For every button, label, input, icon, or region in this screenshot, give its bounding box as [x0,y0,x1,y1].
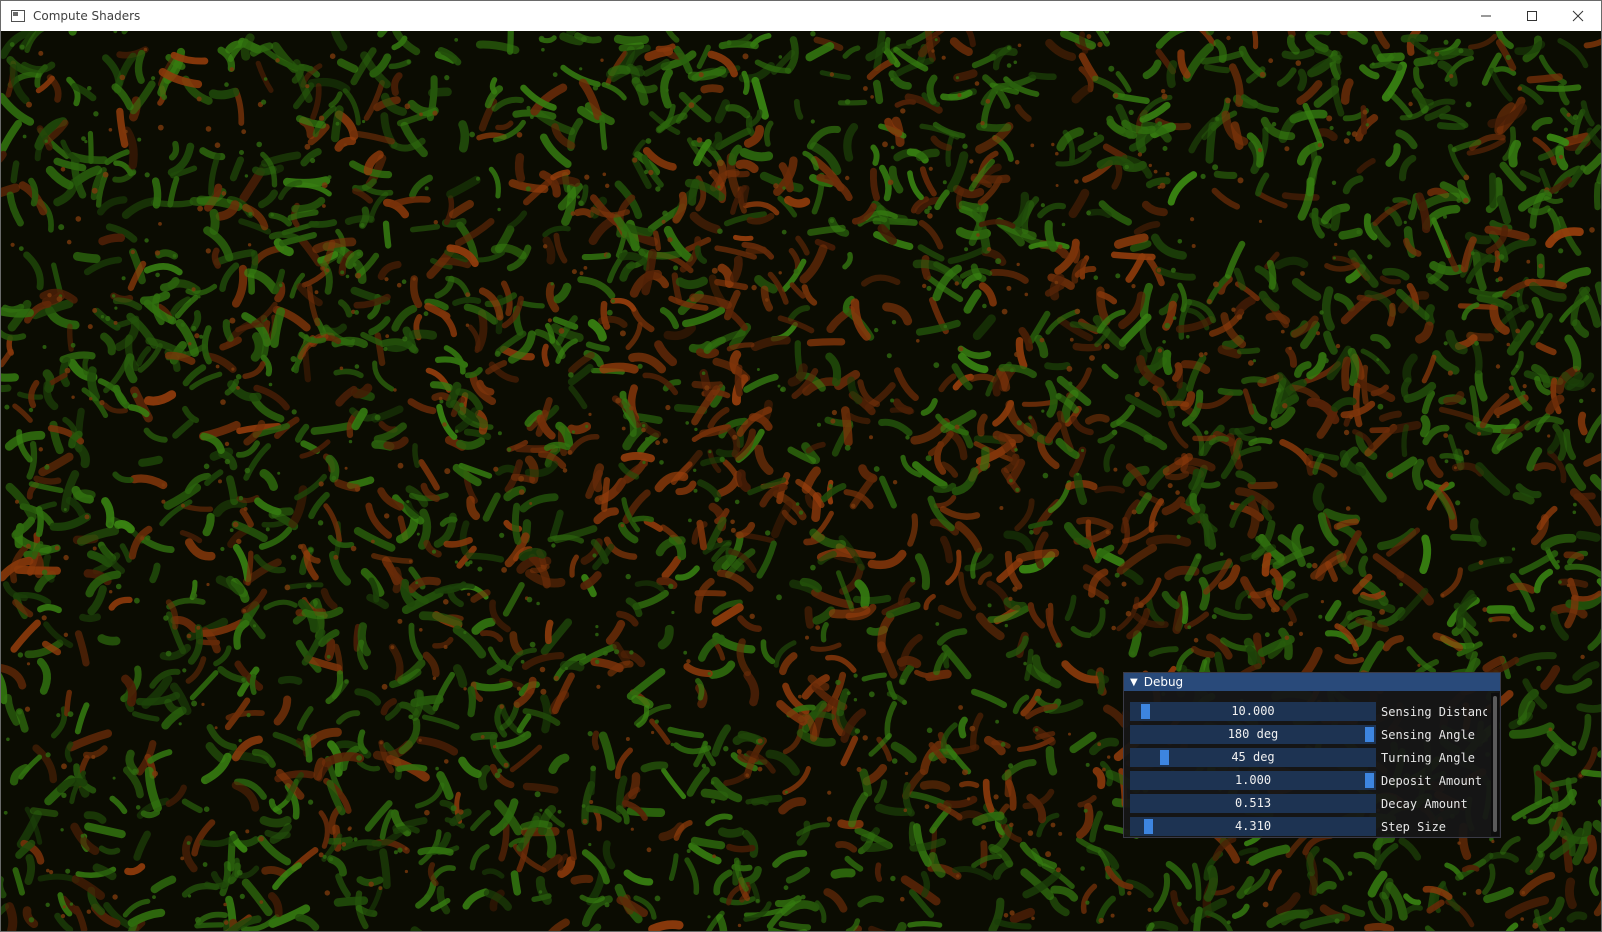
app-icon [11,10,25,22]
window-title: Compute Shaders [33,9,141,23]
slider-label: Turning Angle [1381,750,1475,765]
window-controls [1463,1,1601,31]
maximize-icon [1527,11,1537,21]
slider-value: 45 deg [1231,750,1275,764]
slider-label: Step Size [1381,819,1447,834]
deposit-amount-slider[interactable]: 1.000 [1130,771,1376,790]
debug-panel-header[interactable]: ▼ Debug [1124,673,1500,691]
slider-value: 4.310 [1234,819,1272,833]
scrollbar-thumb[interactable] [1493,696,1497,832]
row-decay-amount: 0.513 Decay Amount [1130,792,1487,815]
minimize-icon [1481,15,1491,17]
row-sensing-angle: 180 deg Sensing Angle [1130,723,1487,746]
sensing-angle-slider[interactable]: 180 deg [1130,725,1376,744]
close-icon [1572,10,1584,22]
slider-label: Sensing Angle [1381,727,1475,742]
slider-value: 1.000 [1234,773,1272,787]
slider-label: Sensing Distanc [1381,704,1487,719]
row-deposit-amount: 1.000 Deposit Amount [1130,769,1487,792]
sensing-distance-slider[interactable]: 10.000 [1130,702,1376,721]
decay-amount-input[interactable]: 0.513 [1130,794,1376,813]
title-bar[interactable]: Compute Shaders [1,1,1601,31]
maximize-button[interactable] [1509,1,1555,31]
turning-angle-slider[interactable]: 45 deg [1130,748,1376,767]
debug-panel-title: Debug [1143,675,1184,689]
debug-slider-list: 10.000 Sensing Distanc 180 deg Sensing A… [1130,700,1487,838]
slider-label: Decay Amount [1381,796,1468,811]
collapse-arrow-icon[interactable]: ▼ [1130,677,1138,688]
debug-scrollbar[interactable] [1491,693,1499,836]
row-sensing-distance: 10.000 Sensing Distanc [1130,700,1487,723]
app-window: Compute Shaders ▼ Debug 10.000 Sensing D… [0,0,1602,932]
row-turning-angle: 45 deg Turning Angle [1130,746,1487,769]
step-size-slider[interactable]: 4.310 [1130,817,1376,836]
slider-value: 180 deg [1227,727,1279,741]
close-button[interactable] [1555,1,1601,31]
minimize-button[interactable] [1463,1,1509,31]
slider-value: 10.000 [1231,704,1275,718]
debug-panel[interactable]: ▼ Debug 10.000 Sensing Distanc 180 deg S… [1123,672,1501,838]
row-step-size: 4.310 Step Size [1130,815,1487,838]
slider-label: Deposit Amount [1381,773,1483,788]
slider-value: 0.513 [1234,796,1272,810]
